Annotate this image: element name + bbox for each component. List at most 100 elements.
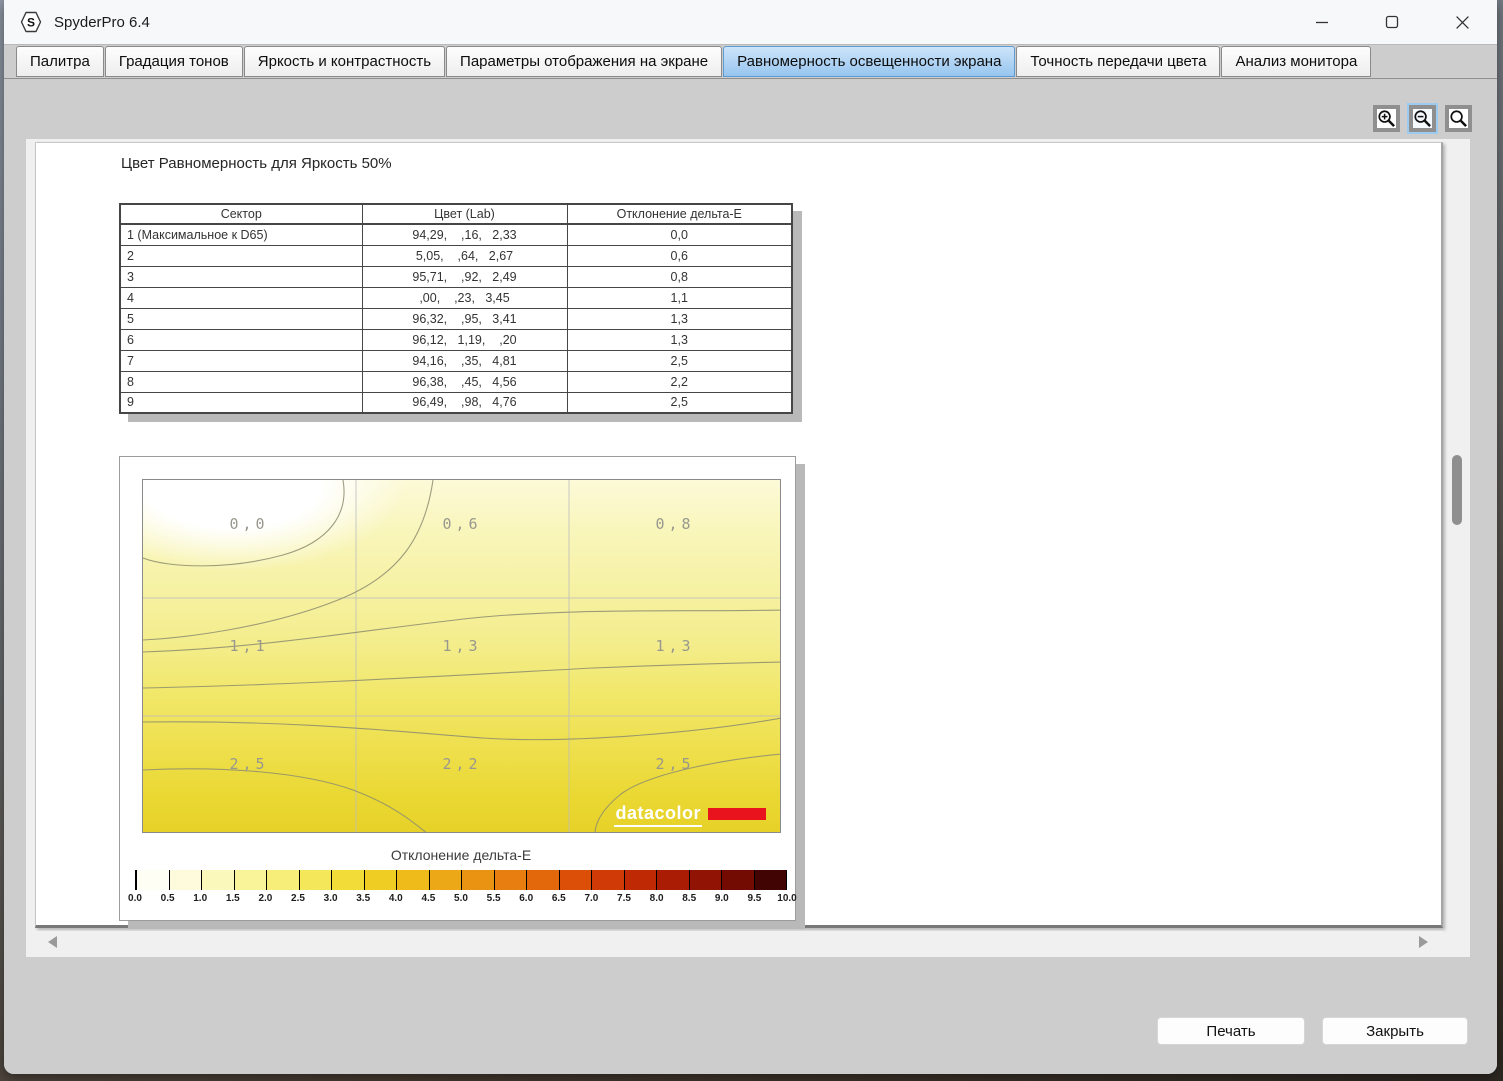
column-header-lab: Цвет (Lab) [361,203,568,225]
scale-tick-label: 6.0 [519,893,534,904]
scale-segment [592,870,625,890]
table-cell: 1,3 [566,307,793,330]
scroll-left-arrow-icon[interactable] [48,936,57,948]
table-cell: 2 [119,244,363,267]
scale-tick-label: 9.0 [714,893,729,904]
heatmap-value-label: 0,8 [655,515,695,533]
window-title: SpyderPro 6.4 [54,13,150,31]
table-row: 1 (Максимальное к D65) 94,29, ,16, 2,33 0,… [119,223,793,246]
maximize-icon [1385,15,1399,29]
tab-4[interactable]: Равномерность освещенности экрана [723,46,1016,77]
uniformity-heatmap: 0,0 0,6 0,8 1,1 1,3 1,3 2,5 2,2 2,5 datacolor [142,479,781,833]
scale-segment [364,870,397,890]
scale-segment [267,870,300,890]
column-header-sector: Сектор [119,203,363,225]
window-controls [1287,0,1497,44]
heatmap-value-label: 1,3 [655,637,695,655]
column-header-delta: Отклонение дельта-E [566,203,793,225]
scale-tick-label: 7.5 [617,893,631,904]
tab-2[interactable]: Яркость и контрастность [243,46,446,77]
table-cell: 1,3 [566,328,793,351]
tab-1[interactable]: Градация тонов [104,46,243,77]
horizontal-scrollbar[interactable] [33,931,1443,953]
app-window: S SpyderPro 6.4 Палитра Градация тонов Ярк… [4,0,1497,1074]
table-row: 7 94,16, ,35, 4,81 2,5 [119,349,793,372]
table-cell: 5 [119,307,363,330]
report-document: Цвет Равномерность для Яркость 50% Секто… [35,142,1443,928]
zoom-toolbar [1373,103,1472,134]
tab-bar: Палитра Градация тонов Яркость и контрастн… [4,44,1497,79]
table-cell: 6 [119,328,363,351]
scale-tick-labels: 0.0 0.5 1.0 1.5 2.0 2.5 3.0 3.5 4.0 4.5 5.0 5.5 6.0 6… [128,893,797,905]
scale-tick-label: 9.5 [747,893,762,904]
scale-segment [494,870,527,890]
datacolor-logo-bar [708,808,766,820]
uniformity-table: Сектор Цвет (Lab) Отклонение дельта-E 1 … [119,203,793,414]
scale-tick-label: 5.0 [454,893,468,904]
scale-tick-label: 1.0 [193,893,208,904]
table-cell: 8 [119,370,363,393]
table-cell: 0,6 [566,244,793,267]
table-row: 2 5,05, ,64, 2,67 0,6 [119,244,793,267]
table-cell: 0,8 [566,265,793,288]
table-cell: ,00, ,23, 3,45 [361,286,568,309]
table-row: 9 96,49, ,98, 4,76 2,5 [119,391,793,414]
scroll-right-arrow-icon[interactable] [1419,936,1428,948]
scale-segment [332,870,365,890]
table-cell: 0,0 [566,223,793,246]
table-cell: 96,12, 1,19, ,20 [361,328,568,351]
scale-tick-label: 3.5 [356,893,371,904]
scale-tick-label: 2.0 [258,893,273,904]
table-row: 6 96,12, 1,19, ,20 1,3 [119,328,793,351]
scale-tick-label: 4.0 [388,893,403,904]
maximize-button[interactable] [1357,0,1427,44]
zoom-out-button[interactable] [1407,103,1438,134]
scale-segment [559,870,592,890]
heatmap-value-label: 2,5 [229,755,269,773]
table-cell: 5,05, ,64, 2,67 [361,244,568,267]
scale-tick-label: 0.5 [160,893,175,904]
table-cell: 2,2 [566,370,793,393]
scale-tick-label: 8.0 [649,893,664,904]
report-viewport: Цвет Равномерность для Яркость 50% Секто… [26,139,1470,957]
zoom-reset-button[interactable] [1445,105,1472,132]
scale-segment [397,870,430,890]
scale-tick-label: 10.0 [777,893,797,904]
scale-tick-label: 7.0 [584,893,599,904]
scale-segment [202,870,235,890]
close-icon [1455,15,1469,29]
scale-segment [429,870,462,890]
scale-segment [527,870,560,890]
scale-title: Отклонение дельта-E [390,847,532,863]
table-cell: 96,49, ,98, 4,76 [361,391,568,414]
close-dialog-button[interactable]: Закрыть [1322,1017,1468,1045]
zoom-in-button[interactable] [1373,105,1400,132]
main-content: Цвет Равномерность для Яркость 50% Секто… [4,79,1497,1074]
table-row: 4,00, ,23, 3,45 1,1 [119,286,793,309]
scale-tick-label: 2.5 [291,893,305,904]
vertical-scrollbar-thumb[interactable] [1452,455,1462,525]
scale-segment [722,870,755,890]
title-bar: S SpyderPro 6.4 [4,0,1497,44]
print-button[interactable]: Печать [1157,1017,1305,1045]
table-cell: 7 [119,349,363,372]
scale-tick-label: 5.5 [486,893,501,904]
table-cell: 4 [119,286,363,309]
heatmap-value-label: 1,1 [229,637,269,655]
table-cell: 96,38, ,45, 4,56 [361,370,568,393]
table-cell: 2,5 [566,391,793,414]
tab-5[interactable]: Точность передачи цвета [1016,46,1221,77]
table-row: 8 96,38, ,45, 4,56 2,2 [119,370,793,393]
tab-3[interactable]: Параметры отображения на экране [446,46,723,77]
minimize-button[interactable] [1287,0,1357,44]
table-body: 1 (Максимальное к D65) 94,29, ,16, 2,33 0,… [119,223,793,414]
table-row: 5 96,32, ,95, 3,41 1,3 [119,307,793,330]
scale-segment [234,870,267,890]
table-header-row: Сектор Цвет (Lab) Отклонение дельта-E [119,203,793,225]
close-button[interactable] [1427,0,1497,44]
tab-0[interactable]: Палитра [16,46,104,77]
heatmap-value-label: 0,6 [442,515,482,533]
scale-segment [299,870,332,890]
tab-6[interactable]: Анализ монитора [1221,46,1372,77]
table-cell: 1,1 [566,286,793,309]
